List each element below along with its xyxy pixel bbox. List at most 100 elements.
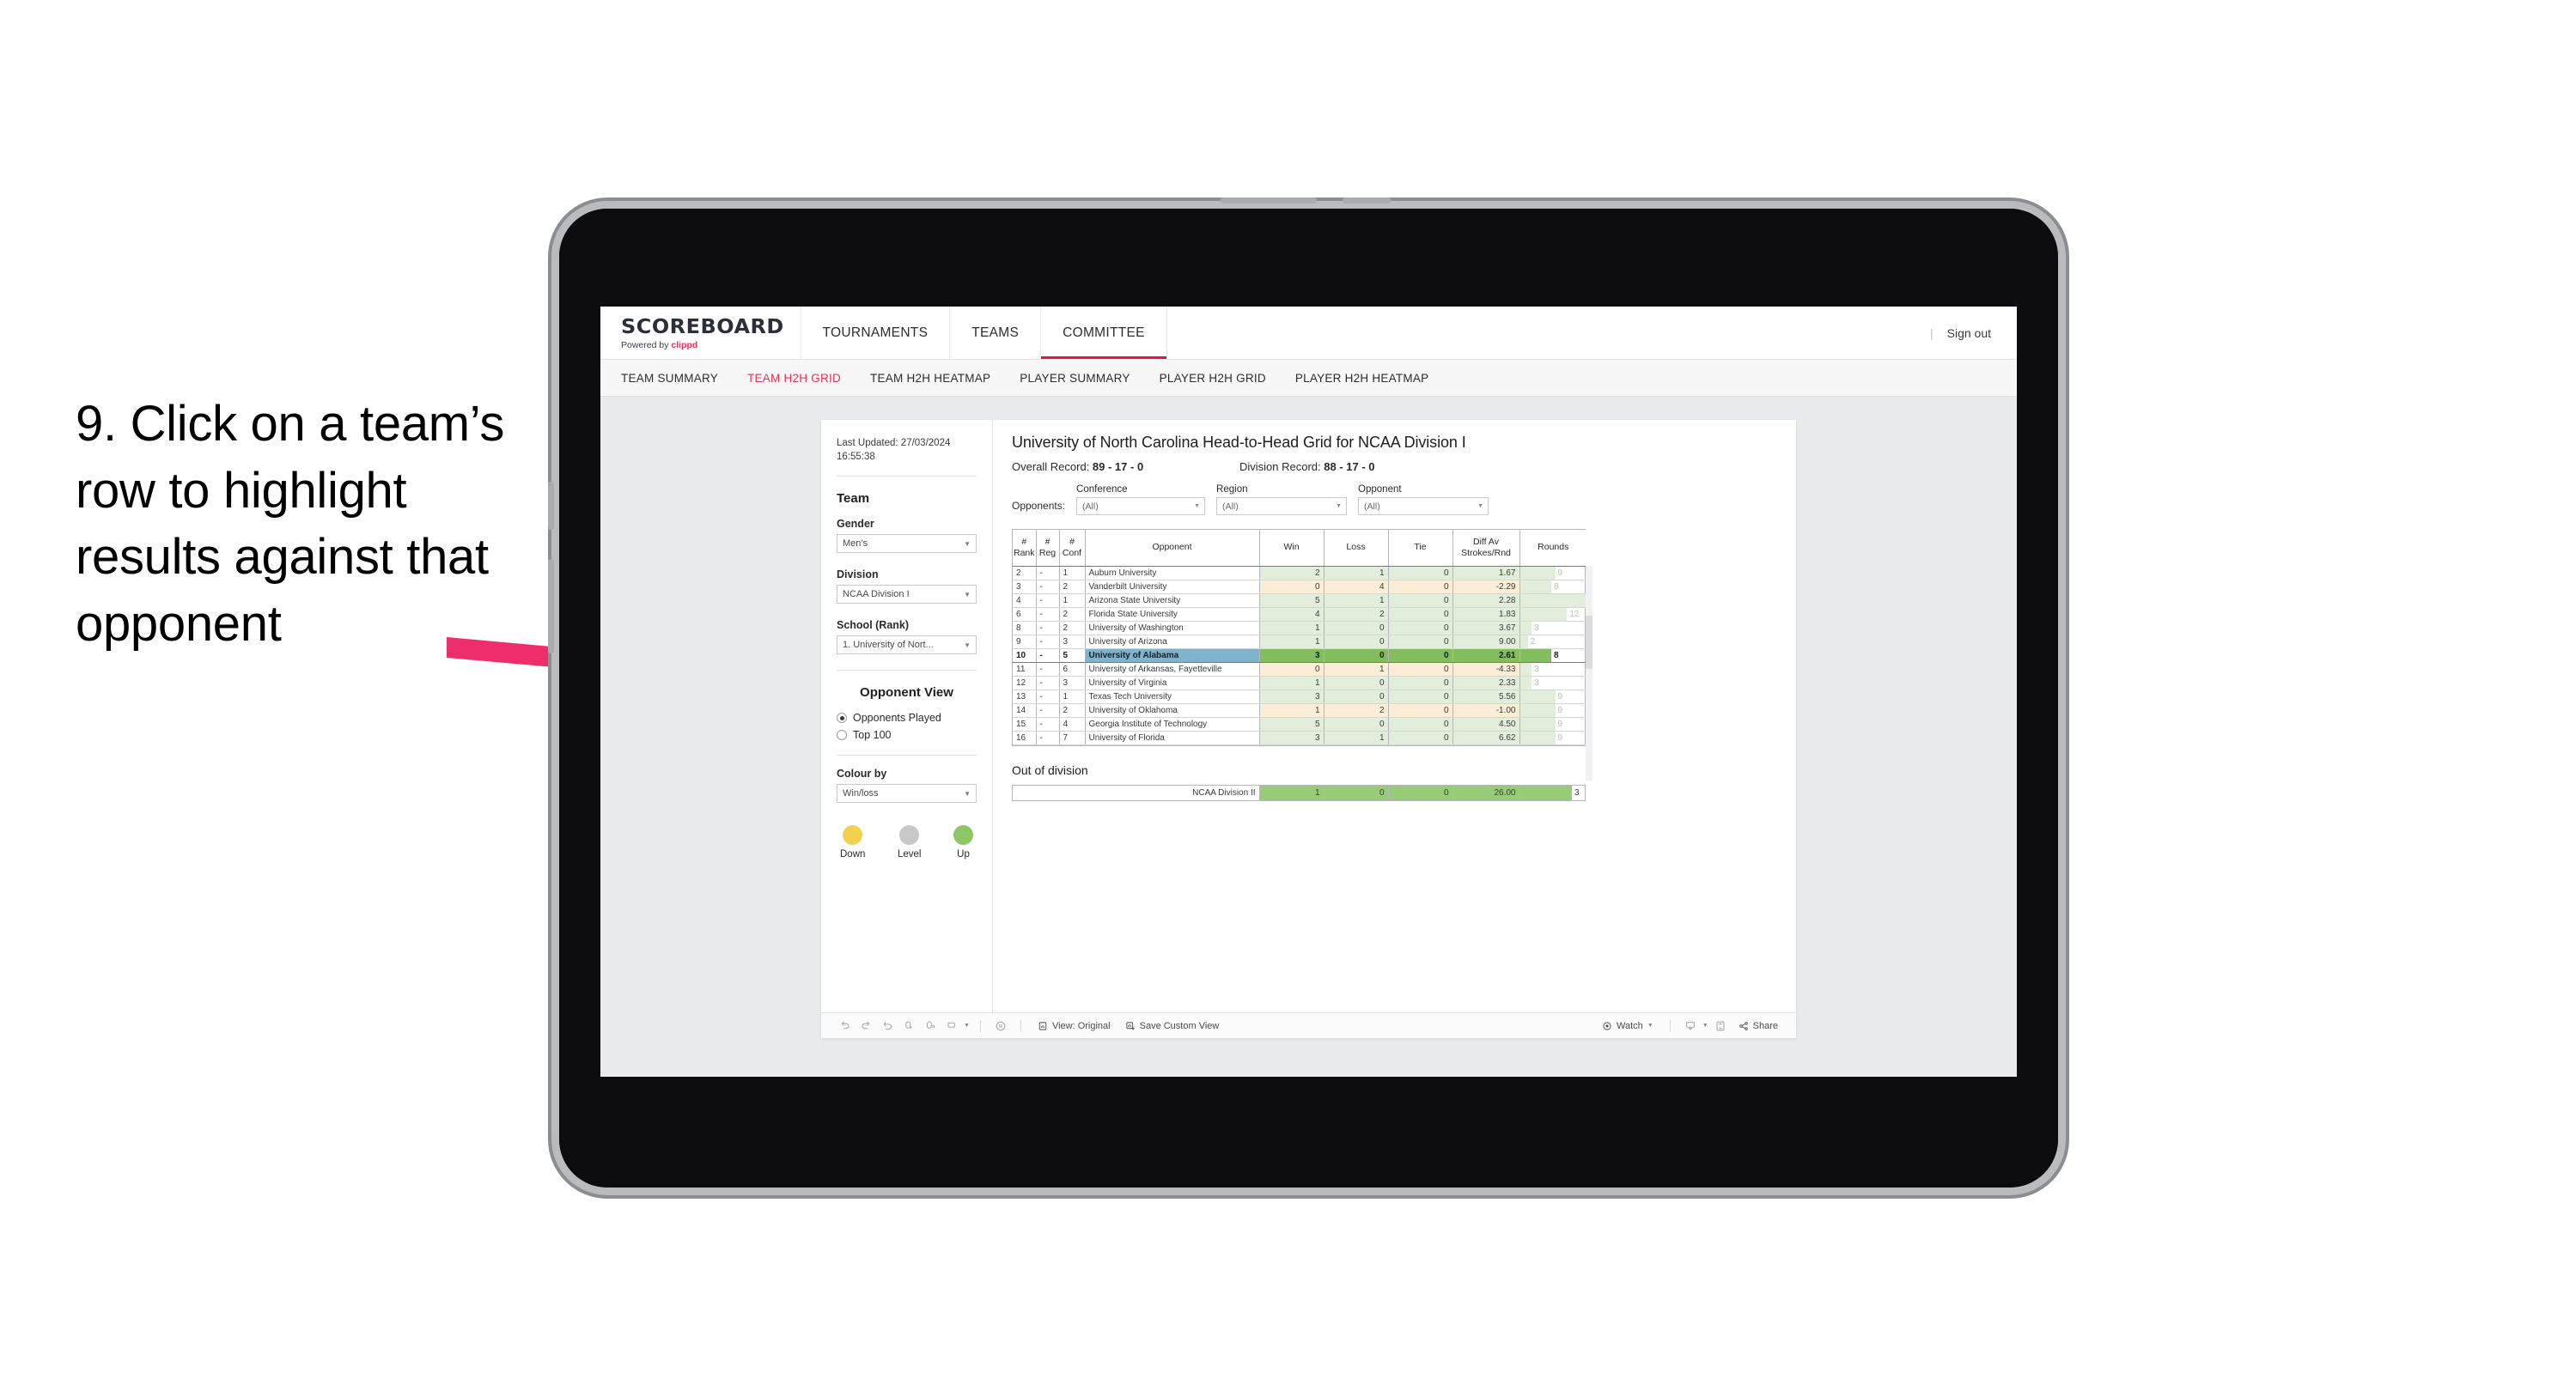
browser-viewport: SCOREBOARD Powered by clippd TOURNAMENTS… — [600, 307, 2017, 1077]
filter-conference-select[interactable]: (All) ▼ — [1076, 497, 1206, 515]
opponents-filter-label: Opponents: — [1012, 500, 1066, 512]
grid-header-rank[interactable]: # Rank — [1013, 530, 1037, 567]
cell-diff: 9.00 — [1452, 635, 1520, 649]
table-row[interactable]: 9-3 University of Arizona 1 0 0 9.00 2 — [1013, 635, 1586, 649]
pause-icon[interactable] — [991, 1017, 1010, 1036]
division-label: Division — [837, 568, 879, 581]
toolbar-divider-3 — [1669, 1019, 1671, 1032]
signout-button[interactable]: Sign out — [1947, 326, 1991, 340]
filter-conference-value: (All) — [1082, 501, 1099, 512]
grid-header-conf[interactable]: # Conf — [1059, 530, 1086, 567]
table-row[interactable]: 2-1 Auburn University 2 1 0 1.67 9 — [1013, 566, 1586, 580]
table-row[interactable]: 12-3 University of Virginia 1 0 0 2.33 3 — [1013, 676, 1586, 690]
grid-vertical-scrollbar[interactable] — [1586, 566, 1592, 781]
tab-team-h2h-heatmap[interactable]: TEAM H2H HEATMAP — [870, 372, 990, 385]
radio-opponents-played[interactable]: Opponents Played — [837, 712, 977, 724]
out-of-division-row[interactable]: NCAA Division II 1 0 0 26.00 3 — [1013, 785, 1586, 800]
colour-by-label: Colour by — [837, 768, 887, 781]
cell-reg: - — [1036, 731, 1060, 745]
cell-loss: 0 — [1324, 717, 1389, 732]
table-row[interactable]: 3-2 Vanderbilt University 0 4 0 -2.29 8 — [1013, 580, 1586, 594]
scrollbar-thumb[interactable] — [1586, 616, 1592, 669]
save-custom-view-button[interactable]: Save Custom View — [1119, 1017, 1226, 1036]
out-of-division-body: NCAA Division II 1 0 0 26.00 3 — [1013, 785, 1586, 800]
grid-main-area: University of North Carolina Head-to-Hea… — [993, 420, 1796, 1012]
filter-opponent-select[interactable]: (All) ▼ — [1358, 497, 1489, 515]
cell-rounds: 3 — [1519, 621, 1586, 635]
cell-opponent: Arizona State University — [1085, 593, 1260, 608]
toolbar-divider-2 — [1020, 1019, 1021, 1032]
table-row[interactable]: 8-2 University of Washington 1 0 0 3.67 3 — [1013, 621, 1586, 635]
chevron-down-icon[interactable]: ▼ — [964, 1023, 970, 1029]
cell-tie: 0 — [1388, 621, 1453, 635]
rounds-bar — [1519, 593, 1586, 606]
rounds-value: 3 — [1534, 623, 1539, 633]
brand-logo[interactable]: SCOREBOARD Powered by clippd — [600, 307, 801, 359]
view-original-button[interactable]: View: Original — [1032, 1017, 1117, 1036]
filter-region-select[interactable]: (All) ▼ — [1216, 497, 1348, 515]
device-layout-icon[interactable] — [942, 1017, 961, 1036]
grid-header-tie[interactable]: Tie — [1388, 530, 1453, 567]
grid-header-diff[interactable]: Diff Av Strokes/Rnd — [1452, 530, 1520, 567]
cell-rank: 3 — [1013, 580, 1037, 594]
cell-tie: 0 — [1388, 689, 1453, 704]
cell-rounds: 3 — [1519, 676, 1586, 690]
grid-header-reg[interactable]: # Reg — [1036, 530, 1060, 567]
cell-reg: - — [1036, 648, 1060, 663]
filter-opponent: Opponent (All) ▼ — [1358, 484, 1489, 515]
redo-icon[interactable] — [856, 1017, 875, 1036]
grid-header-win[interactable]: Win — [1259, 530, 1325, 567]
cell-win: 3 — [1259, 731, 1325, 745]
grid-header-loss[interactable]: Loss — [1324, 530, 1389, 567]
revert-icon[interactable] — [878, 1017, 897, 1036]
cell-loss: 1 — [1324, 731, 1389, 745]
refresh-data-icon[interactable] — [899, 1017, 918, 1036]
chevron-down-icon: ▼ — [964, 641, 971, 649]
tab-team-h2h-grid[interactable]: TEAM H2H GRID — [747, 372, 841, 385]
table-row[interactable]: 15-4 Georgia Institute of Technology 5 0 0 4.… — [1013, 717, 1586, 732]
tab-player-h2h-grid[interactable]: PLAYER H2H GRID — [1160, 372, 1266, 385]
school-value: 1. University of Nort... — [843, 640, 934, 651]
gender-select[interactable]: Men’s ▼ — [837, 534, 977, 554]
table-row[interactable]: 6-2 Florida State University 4 2 0 1.83 12 — [1013, 607, 1586, 622]
watch-button[interactable]: Watch ▼ — [1596, 1017, 1659, 1036]
table-row[interactable]: 13-1 Texas Tech University 3 0 0 5.56 9 — [1013, 689, 1586, 704]
topnav-item-tournaments[interactable]: TOURNAMENTS — [801, 307, 951, 359]
chevron-down-icon: ▼ — [1647, 1023, 1653, 1029]
viz-toolbar: ▼ View: Original Save Custom View Watch … — [821, 1012, 1796, 1038]
table-row[interactable]: 10-5 University of Alabama 3 0 0 2.61 8 — [1013, 648, 1586, 663]
chevron-down-icon[interactable]: ▼ — [1702, 1023, 1708, 1029]
radio-top-100[interactable]: Top 100 — [837, 729, 977, 741]
division-select[interactable]: NCAA Division I ▼ — [837, 585, 977, 604]
cell-diff: 3.67 — [1452, 621, 1520, 635]
cell-win: 1 — [1259, 676, 1325, 690]
pause-auto-update-icon[interactable] — [921, 1017, 940, 1036]
grid-header-opponent[interactable]: Opponent — [1085, 530, 1260, 567]
cell-rounds: 3 — [1519, 662, 1586, 677]
school-select[interactable]: 1. University of Nort... ▼ — [837, 635, 977, 655]
chevron-down-icon: ▼ — [964, 789, 971, 798]
cell-rounds: 8 — [1519, 648, 1586, 663]
fullscreen-icon[interactable] — [1711, 1017, 1730, 1036]
grid-header-rounds[interactable]: Rounds — [1519, 530, 1586, 567]
topnav-item-teams[interactable]: TEAMS — [950, 307, 1042, 359]
undo-icon[interactable] — [835, 1017, 854, 1036]
topnav-item-committee[interactable]: COMMITTEE — [1041, 307, 1167, 359]
legend-dot-down-icon — [843, 825, 863, 846]
view-original-label: View: Original — [1051, 1020, 1111, 1031]
tab-player-summary[interactable]: PLAYER SUMMARY — [1020, 372, 1130, 385]
table-row[interactable]: 16-7 University of Florida 3 1 0 6.62 9 — [1013, 731, 1586, 745]
ood-cell-loss: 0 — [1324, 785, 1389, 800]
colour-by-select[interactable]: Win/loss ▼ — [837, 784, 977, 804]
download-icon[interactable] — [1681, 1017, 1700, 1036]
table-row[interactable]: 14-2 University of Oklahoma 1 2 0 -1.00 9 — [1013, 703, 1586, 718]
tab-team-summary[interactable]: TEAM SUMMARY — [621, 372, 718, 385]
cell-win: 1 — [1259, 703, 1325, 718]
table-row[interactable]: 4-1Arizona State University5102.2817 — [1013, 593, 1586, 608]
table-row[interactable]: 11-6 University of Arkansas, Fayetteville… — [1013, 662, 1586, 677]
tab-player-h2h-heatmap[interactable]: PLAYER H2H HEATMAP — [1295, 372, 1429, 385]
ood-cell-tie: 0 — [1388, 785, 1453, 800]
rounds-bar — [1519, 635, 1528, 647]
legend-item-up: Up — [953, 825, 973, 860]
share-button[interactable]: Share — [1733, 1017, 1784, 1036]
